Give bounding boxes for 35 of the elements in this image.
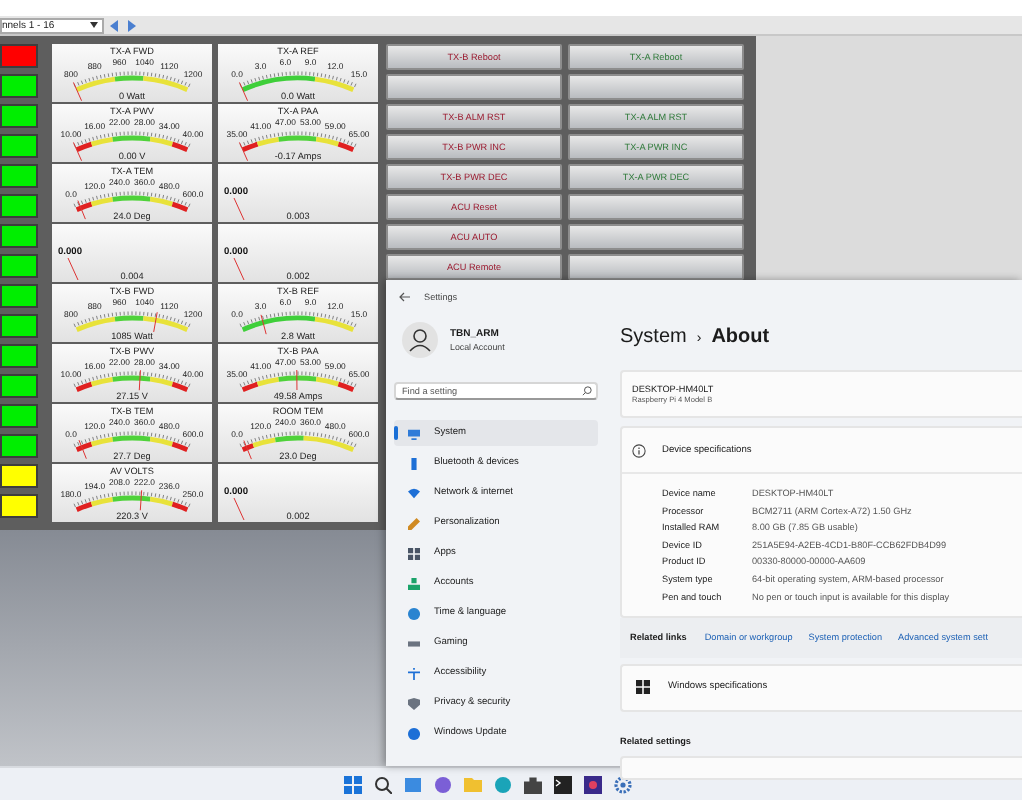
command-button[interactable] bbox=[386, 74, 562, 100]
window-icon[interactable] bbox=[404, 775, 422, 793]
app-icon[interactable] bbox=[584, 775, 602, 793]
circle-icon[interactable] bbox=[434, 775, 452, 793]
bag-icon[interactable] bbox=[524, 775, 542, 793]
search-icon[interactable] bbox=[374, 775, 392, 793]
person-icon bbox=[408, 577, 420, 589]
avatar-icon bbox=[402, 322, 438, 358]
command-button[interactable] bbox=[568, 254, 744, 280]
gear-icon[interactable] bbox=[614, 775, 632, 793]
info-icon bbox=[632, 443, 646, 457]
command-button[interactable] bbox=[568, 194, 744, 220]
page-title: About bbox=[711, 326, 770, 348]
accessibility-icon bbox=[408, 667, 420, 679]
windows-logo-icon[interactable] bbox=[344, 775, 362, 793]
shield-icon bbox=[408, 697, 420, 709]
previous-icon[interactable] bbox=[110, 19, 120, 31]
monitor-icon bbox=[408, 427, 420, 439]
pencil-icon bbox=[408, 517, 420, 529]
browser-icon[interactable] bbox=[494, 775, 512, 793]
needle bbox=[233, 197, 245, 221]
caret-icon bbox=[90, 22, 98, 28]
needle bbox=[233, 257, 245, 281]
command-button[interactable] bbox=[568, 74, 744, 100]
needle bbox=[67, 257, 79, 281]
wifi-icon bbox=[408, 487, 420, 499]
next-icon[interactable] bbox=[126, 19, 136, 31]
breadcrumb-parent[interactable]: System bbox=[620, 326, 687, 348]
command-button[interactable] bbox=[568, 224, 744, 250]
search-icon bbox=[582, 386, 592, 396]
back-arrow-icon[interactable] bbox=[398, 291, 410, 301]
apps-icon bbox=[408, 547, 420, 559]
windows-logo-icon bbox=[636, 680, 650, 695]
needle bbox=[233, 497, 245, 521]
terminal-icon[interactable] bbox=[554, 775, 572, 793]
